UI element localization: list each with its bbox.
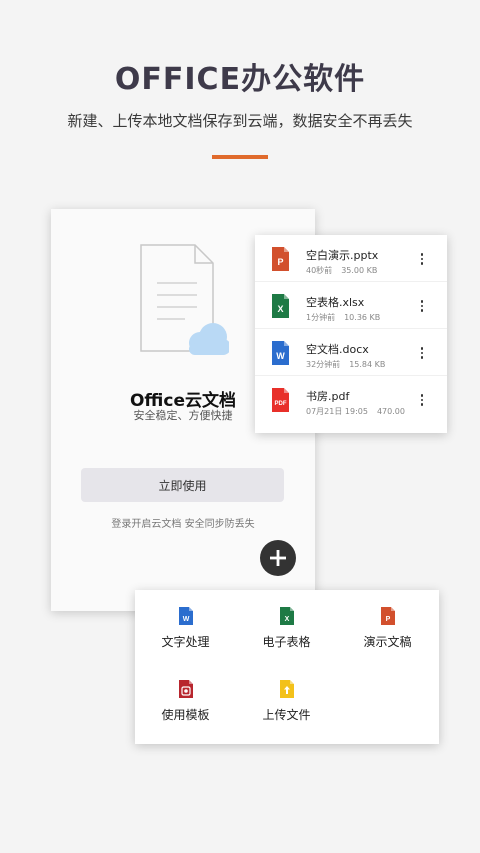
add-button[interactable] [260,540,296,576]
svg-text:X: X [284,616,289,623]
file-time: 1分钟前 [306,313,336,322]
promo-subtitle: 新建、上传本地文档保存到云端，数据安全不再丢失 [67,112,413,130]
template-icon [178,680,193,698]
file-size: 470.00 [376,407,405,416]
file-size: 15.84 KB [349,360,386,369]
create-label: 文字处理 [161,635,210,649]
login-hint[interactable]: 登录开启云文档 安全同步防丢失 [51,515,315,530]
file-size: 10.36 KB [344,313,381,322]
file-row[interactable]: PDF 书房.pdf 07月21日 19:05 470.00 [255,376,447,423]
create-label: 电子表格 [262,635,311,649]
upload-file[interactable]: 上传文件 [236,679,337,723]
file-row[interactable]: W 空文档.docx 32分钟前 15.84 KB [255,329,447,376]
word-icon: W [178,607,193,625]
promo-title: OFFICE办公软件 [114,62,366,97]
file-name: 书房.pdf [306,390,350,403]
file-meta: 07月21日 19:05 470.00 [306,406,405,417]
more-options-icon[interactable] [417,296,427,316]
file-size: 35.00 KB [341,266,378,275]
file-row[interactable]: P 空白演示.pptx 40秒前 35.00 KB [255,235,447,282]
ppt-file-icon: P [272,247,289,271]
svg-text:W: W [182,616,189,623]
pdf-file-icon: PDF [272,388,289,412]
use-now-button[interactable]: 立即使用 [81,468,284,502]
upload-icon [279,680,294,698]
excel-icon: X [279,607,294,625]
file-name: 空表格.xlsx [306,296,365,309]
more-options-icon[interactable] [417,343,427,363]
file-meta: 40秒前 35.00 KB [306,265,377,276]
file-name: 空白演示.pptx [306,249,379,262]
create-label: 演示文稿 [363,635,412,649]
more-options-icon[interactable] [417,390,427,410]
file-meta: 32分钟前 15.84 KB [306,359,385,370]
create-spreadsheet[interactable]: X 电子表格 [236,606,337,650]
svg-text:P: P [385,616,390,623]
create-label: 上传文件 [262,708,311,722]
cloud-document-illustration [140,244,229,355]
file-time: 40秒前 [306,266,333,275]
accent-divider [212,155,268,159]
create-new-panel: W 文字处理 X 电子表格 P 演示文稿 使用模板 上传文件 [135,590,439,744]
create-presentation[interactable]: P 演示文稿 [337,606,438,650]
recent-files-list: P 空白演示.pptx 40秒前 35.00 KB X 空表格.xlsx 1分钟前… [255,235,447,433]
plus-icon [270,550,286,566]
svg-text:W: W [276,351,285,361]
file-meta: 1分钟前 10.36 KB [306,312,380,323]
file-name: 空文档.docx [306,343,369,356]
svg-text:X: X [277,304,283,314]
create-word-doc[interactable]: W 文字处理 [135,606,236,650]
file-time: 07月21日 19:05 [306,407,368,416]
word-file-icon: W [272,341,289,365]
more-options-icon[interactable] [417,249,427,269]
svg-text:PDF: PDF [275,401,287,407]
excel-file-icon: X [272,294,289,318]
create-label: 使用模板 [161,708,210,722]
ppt-icon: P [380,607,395,625]
file-time: 32分钟前 [306,360,341,369]
svg-text:P: P [277,257,283,267]
use-template[interactable]: 使用模板 [135,679,236,723]
file-row[interactable]: X 空表格.xlsx 1分钟前 10.36 KB [255,282,447,329]
